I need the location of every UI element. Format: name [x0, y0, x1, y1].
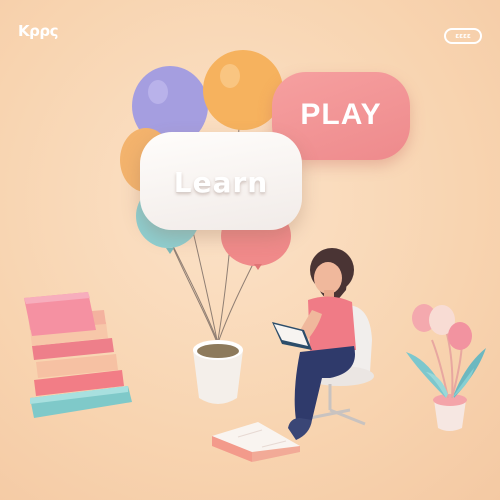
- play-label: PLAY: [300, 98, 382, 131]
- flower-plant: [406, 304, 486, 431]
- learn-speech-bubble: Learn: [140, 132, 302, 230]
- book-stack: [24, 292, 132, 418]
- balloon-orange: [203, 50, 283, 130]
- balloon-pot: [193, 340, 243, 404]
- open-book: [212, 422, 300, 462]
- learn-label: Learn: [173, 166, 269, 199]
- illustration-scene: Kρρς ɛɛɛɛ PLAY Learn: [0, 0, 500, 500]
- scene-artwork: [24, 50, 486, 462]
